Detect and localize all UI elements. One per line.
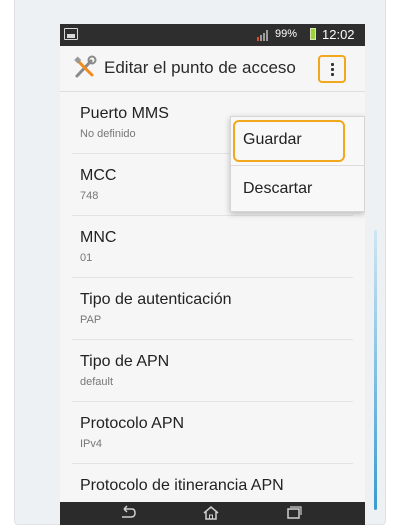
- setting-title: MCC: [80, 167, 117, 184]
- back-icon[interactable]: [117, 505, 137, 521]
- setting-title: Tipo de APN: [80, 353, 170, 370]
- more-vert-icon[interactable]: [318, 55, 346, 83]
- signal-icon: [257, 29, 271, 41]
- setting-value: No definido: [80, 128, 136, 140]
- setting-auth-type[interactable]: Tipo de autenticación PAP: [72, 278, 353, 340]
- phone-screen: 99% 12:02 Editar el punto de acceso Puer…: [60, 24, 365, 525]
- overflow-menu: Guardar Descartar: [230, 116, 365, 212]
- setting-apn-protocol[interactable]: Protocolo APN IPv4: [72, 402, 353, 464]
- menu-item-label: Guardar: [243, 131, 302, 148]
- battery-percent: 99%: [275, 28, 298, 40]
- setting-title: Puerto MMS: [80, 105, 169, 122]
- navigation-bar: [60, 502, 365, 525]
- setting-title: MNC: [80, 229, 117, 246]
- battery-icon: [310, 28, 316, 40]
- menu-item-label: Descartar: [243, 180, 313, 197]
- setting-title: Protocolo APN: [80, 415, 185, 432]
- setting-apn-type[interactable]: Tipo de APN default: [72, 340, 353, 402]
- clock: 12:02: [322, 27, 355, 42]
- setting-title: Protocolo de itinerancia APN: [80, 477, 284, 494]
- menu-item-save[interactable]: Guardar: [231, 117, 365, 165]
- home-icon[interactable]: [201, 505, 221, 521]
- setting-title: Tipo de autenticación: [80, 291, 232, 308]
- status-bar: 99% 12:02: [60, 24, 365, 46]
- frame-accent: [374, 230, 377, 510]
- setting-value: PAP: [80, 314, 102, 326]
- picture-notification-icon: [64, 28, 78, 40]
- screen-title: Editar el punto de acceso: [104, 58, 296, 77]
- setting-mnc[interactable]: MNC 01: [72, 216, 353, 278]
- action-bar: Editar el punto de acceso: [60, 46, 365, 92]
- setting-value: 748: [80, 190, 99, 202]
- menu-item-discard[interactable]: Descartar: [231, 165, 365, 213]
- recent-apps-icon[interactable]: [284, 505, 304, 521]
- setting-value: 01: [80, 252, 93, 264]
- tools-icon[interactable]: [72, 55, 98, 81]
- setting-value: default: [80, 376, 114, 388]
- setting-value: IPv4: [80, 438, 103, 450]
